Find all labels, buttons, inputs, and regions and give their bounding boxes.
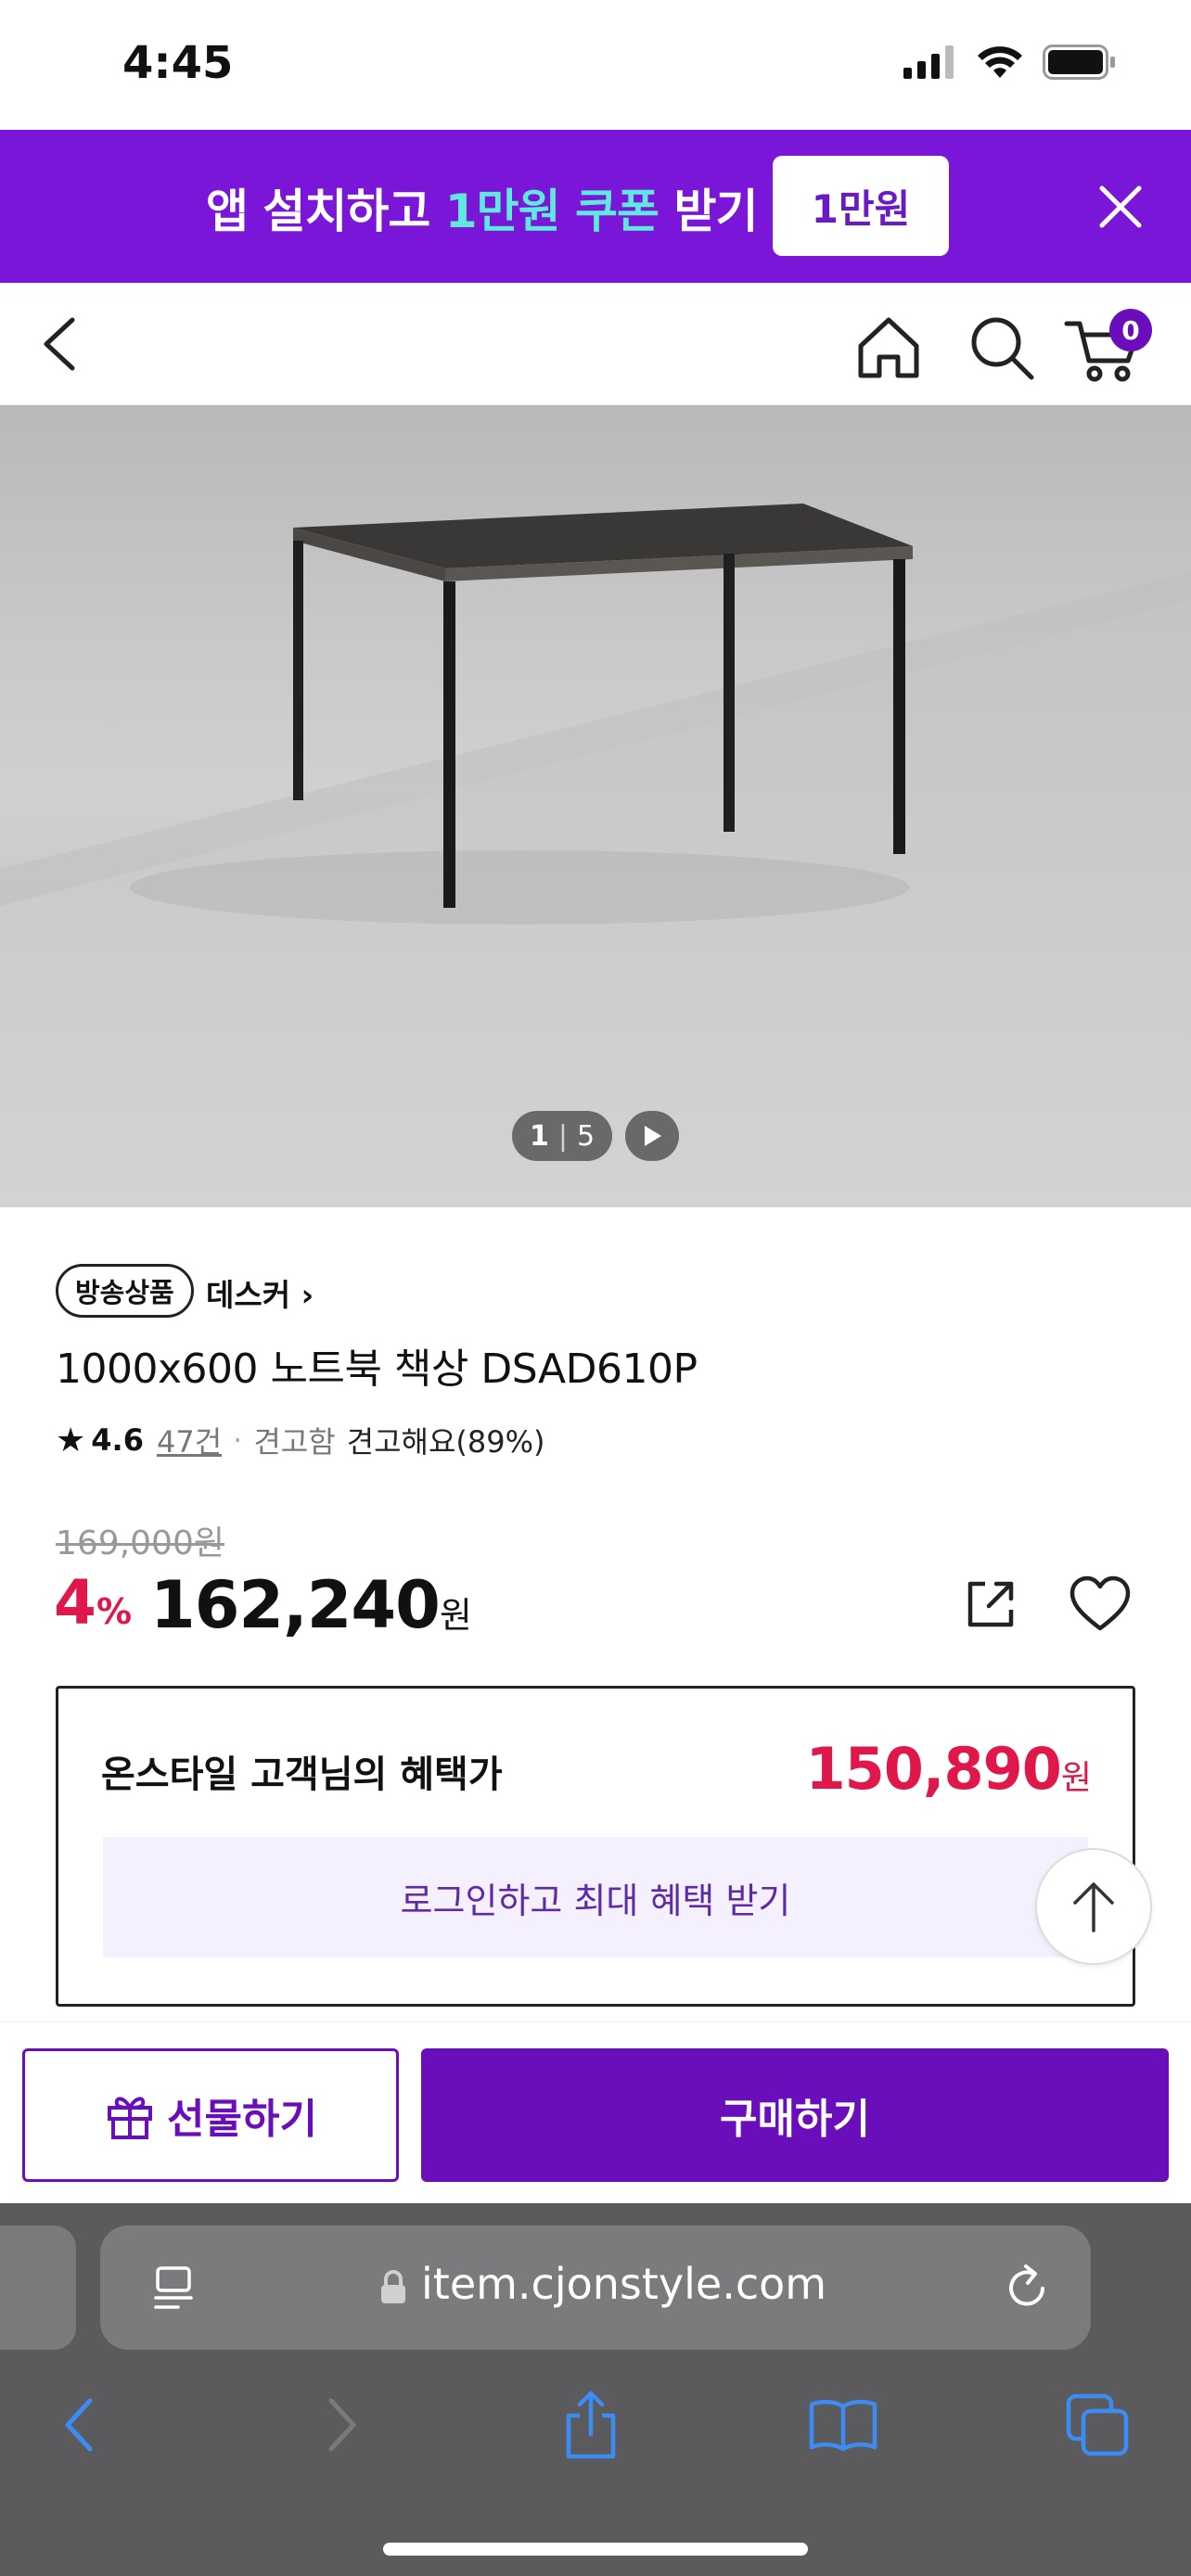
promo-coupon-badge: 1만원 bbox=[773, 156, 949, 256]
product-image[interactable] bbox=[0, 405, 1191, 1207]
home-icon[interactable] bbox=[852, 311, 926, 385]
buy-button[interactable]: 구매하기 bbox=[421, 2048, 1169, 2182]
tabs-icon bbox=[1066, 2393, 1129, 2456]
rating-score: 4.6 bbox=[91, 1422, 144, 1458]
product-title: 1000x600 노트북 책상 DSAD610P bbox=[56, 1345, 698, 1393]
browser-back-button[interactable] bbox=[39, 2383, 122, 2467]
battery-icon bbox=[1043, 45, 1115, 80]
cellular-signal-icon bbox=[903, 45, 954, 79]
lock-icon bbox=[381, 2270, 405, 2303]
back-arrow-icon[interactable] bbox=[32, 311, 91, 377]
login-benefit-button[interactable]: 로그인하고 최대 혜택 받기 bbox=[103, 1837, 1088, 1958]
image-counter: 1 | 5 bbox=[512, 1111, 612, 1161]
promo-text: 앱 설치하고 1만원 쿠폰 받기 bbox=[206, 185, 758, 238]
status-bar: 4:45 bbox=[0, 0, 1191, 130]
reload-icon[interactable] bbox=[1000, 2261, 1054, 2315]
wifi-icon bbox=[978, 46, 1022, 78]
browser-tabs-button[interactable] bbox=[1056, 2383, 1139, 2467]
benefit-price: 150,890원 bbox=[805, 1735, 1092, 1803]
discount-rate: 4% bbox=[54, 1567, 133, 1639]
gift-button-label: 선물하기 bbox=[167, 2096, 317, 2143]
original-price: 169,000원 bbox=[56, 1524, 224, 1562]
sale-price: 162,240원 bbox=[150, 1567, 472, 1643]
book-icon bbox=[809, 2400, 877, 2452]
heart-icon[interactable] bbox=[1069, 1575, 1132, 1634]
benefit-label: 온스타일 고객님의 혜택가 bbox=[101, 1753, 503, 1796]
member-benefit-box: 온스타일 고객님의 혜택가 150,890원 로그인하고 최대 혜택 받기 bbox=[56, 1686, 1135, 2007]
app-install-banner[interactable]: 앱 설치하고 1만원 쿠폰 받기 1만원 bbox=[0, 130, 1191, 283]
scroll-to-top-button[interactable] bbox=[1035, 1848, 1152, 1965]
url-text: item.cjonstyle.com bbox=[421, 2259, 827, 2309]
durability-label: 견고함 bbox=[253, 1424, 336, 1460]
gift-icon bbox=[108, 2097, 153, 2139]
home-indicator bbox=[383, 2543, 808, 2556]
browser-forward-button[interactable] bbox=[299, 2383, 382, 2467]
durability-value: 견고해요(89%) bbox=[346, 1424, 545, 1460]
chevron-left-icon bbox=[65, 2398, 93, 2452]
browser-chrome: item.cjonstyle.com bbox=[0, 2203, 1191, 2576]
separator-dot: · bbox=[233, 1422, 243, 1458]
previous-tab-peek[interactable] bbox=[0, 2225, 76, 2350]
search-icon[interactable] bbox=[965, 311, 1039, 385]
share-icon bbox=[566, 2391, 616, 2459]
review-count-link[interactable]: 47건 bbox=[157, 1419, 222, 1461]
status-icons bbox=[903, 45, 1117, 80]
chevron-right-icon bbox=[328, 2398, 356, 2452]
close-icon[interactable] bbox=[1095, 181, 1146, 233]
broadcast-product-badge: 방송상품 bbox=[56, 1264, 194, 1318]
browser-bookmarks-button[interactable] bbox=[801, 2383, 885, 2467]
play-icon bbox=[645, 1126, 661, 1146]
address-bar[interactable]: item.cjonstyle.com bbox=[100, 2225, 1091, 2350]
reader-mode-icon[interactable] bbox=[147, 2259, 202, 2315]
purchase-bar: 선물하기 구매하기 bbox=[0, 2021, 1191, 2203]
star-icon: ★ bbox=[56, 1421, 86, 1460]
arrow-up-icon bbox=[1073, 1882, 1114, 1932]
desk-photo bbox=[0, 504, 1191, 1207]
cart-count-badge: 0 bbox=[1109, 309, 1152, 351]
status-time: 4:45 bbox=[122, 37, 234, 89]
brand-link[interactable]: 데스커 › bbox=[206, 1270, 314, 1315]
play-slideshow-button[interactable] bbox=[625, 1111, 679, 1161]
share-icon[interactable] bbox=[961, 1575, 1020, 1634]
header-nav bbox=[0, 283, 1191, 405]
rating-row: ★ 4.6 47건 · 견고함 견고해요(89%) bbox=[56, 1419, 545, 1461]
gift-button[interactable]: 선물하기 bbox=[22, 2048, 399, 2182]
browser-toolbar bbox=[0, 2383, 1191, 2485]
browser-share-button[interactable] bbox=[549, 2383, 633, 2467]
